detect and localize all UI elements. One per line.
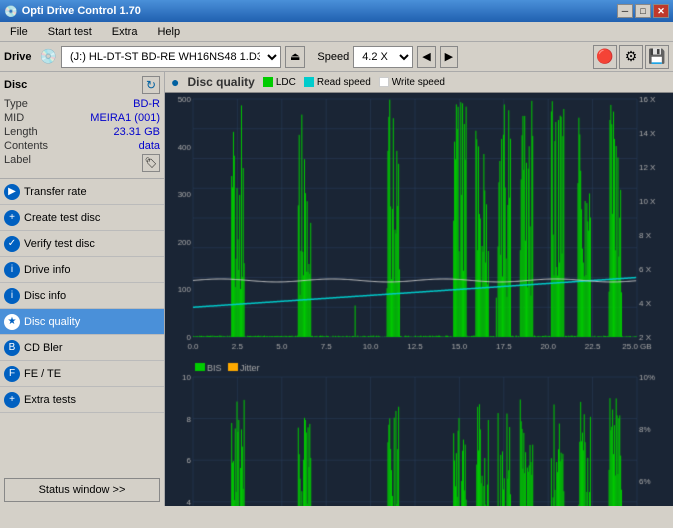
sidebar-item-disc-info[interactable]: i Disc info: [0, 283, 164, 309]
disc-label-button[interactable]: 🏷: [142, 154, 160, 172]
sidebar-item-transfer-rate[interactable]: ▶ Transfer rate: [0, 179, 164, 205]
transfer-rate-icon: ▶: [4, 184, 20, 200]
disc-mid-value: MEIRA1 (001): [90, 112, 160, 124]
menu-file[interactable]: File: [4, 24, 34, 40]
speed-label: Speed: [317, 51, 349, 63]
charts-area: [165, 93, 673, 506]
status-window-button[interactable]: Status window >>: [4, 478, 160, 502]
legend-ldc-dot: [263, 77, 273, 87]
drive-select[interactable]: (J:) HL-DT-ST BD-RE WH16NS48 1.D3: [61, 46, 281, 68]
disc-panel: Disc ↻ Type BD-R MID MEIRA1 (001) Length…: [0, 72, 164, 179]
disc-info-icon: i: [4, 288, 20, 304]
sidebar-label-extra-tests: Extra tests: [24, 394, 76, 406]
title-bar: 💿 Opti Drive Control 1.70 ─ □ ✕: [0, 0, 673, 22]
sidebar-item-create-test-disc[interactable]: + Create test disc: [0, 205, 164, 231]
disc-type-value: BD-R: [133, 98, 160, 110]
speed-next-button[interactable]: ▶: [440, 46, 458, 68]
disc-icon-btn[interactable]: 🔴: [593, 45, 617, 69]
nav-items: ▶ Transfer rate + Create test disc ✓ Ver…: [0, 179, 164, 413]
app-title: Opti Drive Control 1.70: [22, 5, 141, 17]
sidebar-item-disc-quality[interactable]: ★ Disc quality: [0, 309, 164, 335]
minimize-button[interactable]: ─: [617, 4, 633, 18]
maximize-button[interactable]: □: [635, 4, 651, 18]
disc-panel-title: Disc: [4, 79, 27, 91]
app-icon: 💿: [4, 5, 18, 18]
verify-test-icon: ✓: [4, 236, 20, 252]
legend-read-speed-label: Read speed: [317, 77, 371, 88]
fe-te-icon: F: [4, 366, 20, 382]
sidebar-item-fe-te[interactable]: F FE / TE: [0, 361, 164, 387]
sidebar: Disc ↻ Type BD-R MID MEIRA1 (001) Length…: [0, 72, 165, 506]
sidebar-item-cd-bler[interactable]: B CD Bler: [0, 335, 164, 361]
disc-label-label: Label: [4, 154, 31, 172]
sidebar-item-drive-info[interactable]: i Drive info: [0, 257, 164, 283]
disc-refresh-button[interactable]: ↻: [142, 76, 160, 94]
right-panel: ● Disc quality LDC Read speed Write spee…: [165, 72, 673, 506]
extra-tests-icon: +: [4, 392, 20, 408]
speed-prev-button[interactable]: ◀: [417, 46, 435, 68]
save-icon-btn[interactable]: 💾: [645, 45, 669, 69]
legend-ldc-label: LDC: [276, 77, 296, 88]
sidebar-label-fe-te: FE / TE: [24, 368, 61, 380]
close-button[interactable]: ✕: [653, 4, 669, 18]
sidebar-label-transfer-rate: Transfer rate: [24, 186, 87, 198]
legend-write-speed-dot: [379, 77, 389, 87]
bottom-chart: [165, 357, 673, 506]
menu-bar: File Start test Extra Help: [0, 22, 673, 42]
sidebar-item-extra-tests[interactable]: + Extra tests: [0, 387, 164, 413]
sidebar-label-cd-bler: CD Bler: [24, 342, 63, 354]
legend-write-speed-label: Write speed: [392, 77, 445, 88]
drive-bar: Drive 💿 (J:) HL-DT-ST BD-RE WH16NS48 1.D…: [0, 42, 673, 72]
disc-contents-label: Contents: [4, 140, 48, 152]
sidebar-label-disc-info: Disc info: [24, 290, 66, 302]
legend-read-speed-dot: [304, 77, 314, 87]
sidebar-label-drive-info: Drive info: [24, 264, 70, 276]
cd-bler-icon: B: [4, 340, 20, 356]
sidebar-label-disc-quality: Disc quality: [24, 316, 80, 328]
main-content: Disc ↻ Type BD-R MID MEIRA1 (001) Length…: [0, 72, 673, 506]
sidebar-item-verify-test-disc[interactable]: ✓ Verify test disc: [0, 231, 164, 257]
disc-mid-label: MID: [4, 112, 24, 124]
disc-length-label: Length: [4, 126, 38, 138]
disc-length-value: 23.31 GB: [114, 126, 160, 138]
disc-contents-value: data: [139, 140, 160, 152]
chart-header: ● Disc quality LDC Read speed Write spee…: [165, 72, 673, 93]
disc-type-label: Type: [4, 98, 28, 110]
disc-quality-icon: ★: [4, 314, 20, 330]
speed-select[interactable]: 4.2 X: [353, 46, 413, 68]
drive-info-icon: i: [4, 262, 20, 278]
menu-extra[interactable]: Extra: [106, 24, 144, 40]
eject-button[interactable]: ⏏: [285, 46, 305, 68]
sidebar-label-verify-test: Verify test disc: [24, 238, 95, 250]
sidebar-label-create-test: Create test disc: [24, 212, 100, 224]
create-test-icon: +: [4, 210, 20, 226]
drive-label: Drive: [4, 51, 32, 63]
chart-title: Disc quality: [187, 75, 254, 89]
top-chart: [165, 93, 673, 357]
settings-icon-btn[interactable]: ⚙: [619, 45, 643, 69]
drive-icon: 💿: [40, 48, 57, 65]
menu-help[interactable]: Help: [151, 24, 186, 40]
menu-start-test[interactable]: Start test: [42, 24, 98, 40]
